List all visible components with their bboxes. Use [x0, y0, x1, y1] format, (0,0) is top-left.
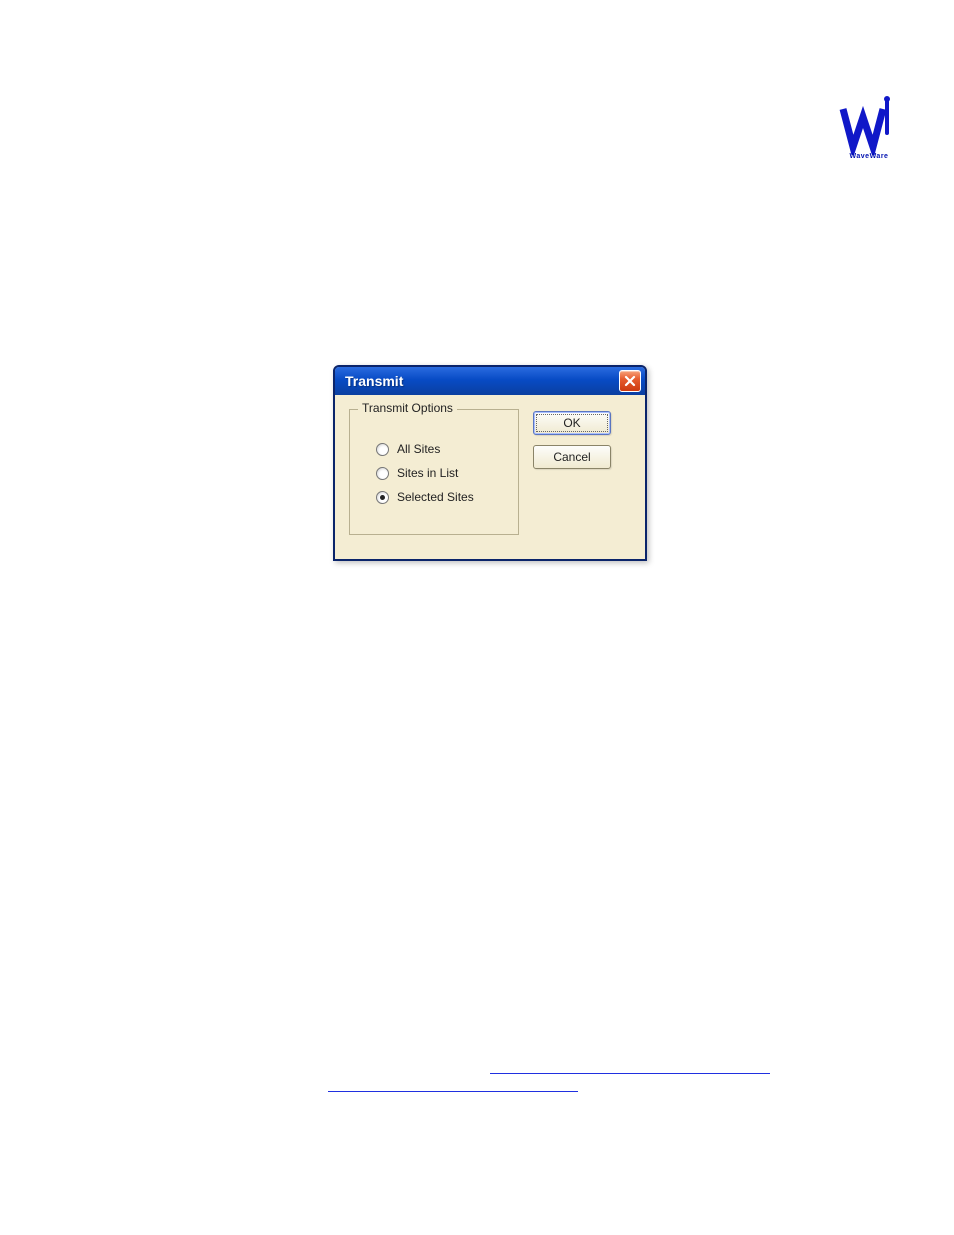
logo-caption: WaveWare	[850, 153, 889, 160]
radio-label: Selected Sites	[397, 490, 474, 504]
ok-button[interactable]: OK	[533, 411, 611, 435]
radio-icon	[376, 467, 389, 480]
radio-icon	[376, 491, 389, 504]
close-icon	[624, 375, 636, 387]
titlebar[interactable]: Transmit	[335, 367, 645, 395]
footer-links	[0, 1073, 954, 1093]
transmit-dialog: Transmit Transmit Options All Sites Site…	[333, 365, 647, 561]
radio-label: All Sites	[397, 442, 440, 456]
radio-sites-in-list[interactable]: Sites in List	[376, 466, 500, 480]
dialog-title: Transmit	[345, 373, 403, 389]
radio-icon	[376, 443, 389, 456]
logo-ww-icon	[839, 95, 899, 155]
close-button[interactable]	[619, 370, 641, 392]
cancel-button[interactable]: Cancel	[533, 445, 611, 469]
dialog-body: Transmit Options All Sites Sites in List…	[335, 395, 645, 559]
button-column: OK Cancel	[533, 409, 611, 469]
group-title: Transmit Options	[358, 401, 457, 415]
transmit-options-group: Transmit Options All Sites Sites in List…	[349, 409, 519, 535]
footer-underline-1	[490, 1073, 770, 1075]
radio-selected-sites[interactable]: Selected Sites	[376, 490, 500, 504]
waveware-logo: WaveWare	[834, 95, 904, 170]
radio-dot-icon	[380, 495, 385, 500]
radio-label: Sites in List	[397, 466, 458, 480]
radio-all-sites[interactable]: All Sites	[376, 442, 500, 456]
footer-underline-2	[328, 1091, 578, 1093]
